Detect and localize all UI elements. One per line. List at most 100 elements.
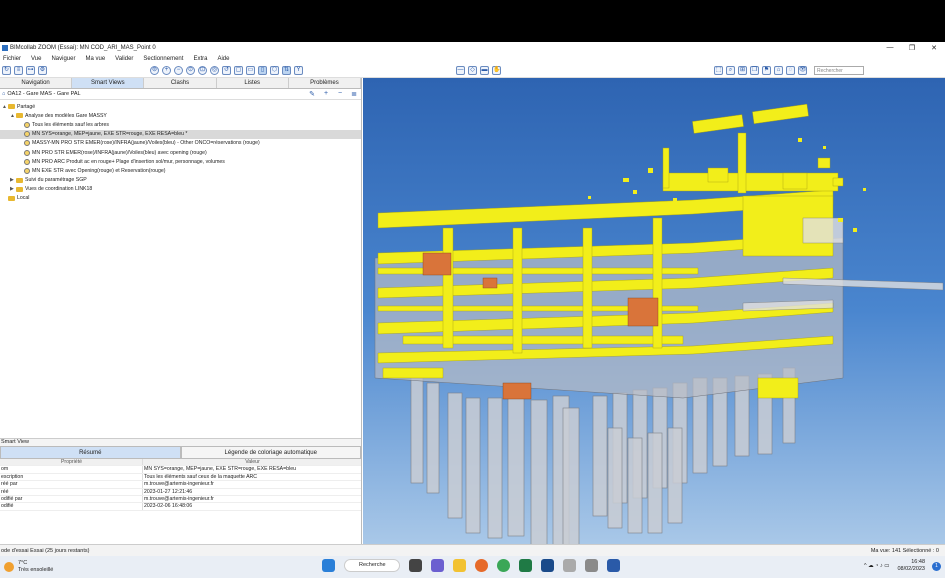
- windows-start-icon[interactable]: [322, 559, 335, 572]
- table-row[interactable]: om MN SYS=orange, MEP=jaune, EXE STR=roug…: [0, 466, 361, 474]
- section-box-icon[interactable]: ▬: [480, 66, 489, 75]
- tab-smart-views[interactable]: Smart Views: [72, 78, 145, 88]
- tree-item[interactable]: Tous les éléments sauf les arbres: [0, 120, 361, 129]
- table-row[interactable]: réé par m.trouve@artemis-ingenieur.fr: [0, 481, 361, 489]
- tree-item[interactable]: MN EXE STR avec Opening(rouge) et Reserv…: [0, 166, 361, 175]
- table-row[interactable]: escription Tous les éléments sauf ceux de…: [0, 473, 361, 482]
- zoom-in-icon[interactable]: +: [162, 66, 171, 75]
- open-icon[interactable]: ↻: [2, 66, 11, 75]
- hide-icon[interactable]: ◌: [786, 66, 795, 75]
- column-propriete[interactable]: Propriété: [0, 459, 143, 466]
- cloud-icon[interactable]: ☁: [868, 563, 874, 569]
- status-bar: ode d'essai Essai (25 jours restants) Ma…: [0, 544, 945, 556]
- tab-navigation[interactable]: Navigation: [0, 78, 73, 88]
- rotate-icon[interactable]: ↺: [222, 66, 231, 75]
- menu-fichier[interactable]: Fichier: [3, 56, 21, 62]
- weather-widget[interactable]: 7°C Très ensoleillé: [0, 560, 120, 574]
- notification-badge[interactable]: 1: [932, 562, 941, 571]
- hand-icon[interactable]: ✋: [492, 66, 501, 75]
- side-view-icon[interactable]: ▯: [258, 66, 267, 75]
- 3d-viewport[interactable]: [363, 78, 945, 544]
- tab-clashs[interactable]: Clashs: [144, 78, 217, 88]
- chevron-up-icon[interactable]: ^: [864, 563, 867, 569]
- front-view-icon[interactable]: ▭: [246, 66, 255, 75]
- section-shape-icon[interactable]: ◇: [468, 66, 477, 75]
- word-icon[interactable]: [607, 559, 620, 572]
- flag-icon[interactable]: ⚑: [762, 66, 771, 75]
- zoom-selection-icon[interactable]: ⊙: [186, 66, 195, 75]
- menu-sectionnement[interactable]: Sectionnement: [143, 56, 183, 62]
- menu-valider[interactable]: Valider: [115, 56, 133, 62]
- task-view-icon[interactable]: [409, 559, 422, 572]
- menu-ma-vue[interactable]: Ma vue: [85, 56, 105, 62]
- bimcollab-icon[interactable]: [585, 559, 598, 572]
- menu-extra[interactable]: Extra: [193, 56, 207, 62]
- tab-resume[interactable]: Résumé: [0, 446, 181, 459]
- remove-icon[interactable]: −: [333, 90, 347, 98]
- tree-item[interactable]: Local: [0, 194, 361, 203]
- box-view-icon[interactable]: ▢: [234, 66, 243, 75]
- status-right: Ma vue: 141 Sélectionné : 0: [870, 547, 939, 554]
- edit-icon[interactable]: ✎: [305, 90, 319, 98]
- menu-list-icon[interactable]: ≣: [347, 90, 361, 98]
- tree-item-label: Vues de coordination LINK18: [25, 186, 93, 193]
- zoom-out-icon[interactable]: −: [174, 66, 183, 75]
- battery-icon[interactable]: ▭: [884, 563, 889, 569]
- chrome-icon[interactable]: [497, 559, 510, 572]
- tree-item[interactable]: ▲ Analyse des modèles Gare MASSY: [0, 111, 361, 120]
- home-icon[interactable]: ⌂: [2, 91, 5, 97]
- measure-icon[interactable]: ⊞: [738, 66, 747, 75]
- tree-icon[interactable]: ⊶: [26, 66, 35, 75]
- zoom-window-icon[interactable]: ⊡: [198, 66, 207, 75]
- clock[interactable]: 16:48 08/02/2023: [897, 559, 925, 573]
- minimize-button[interactable]: —: [879, 44, 901, 52]
- properties-icon[interactable]: ⚙: [38, 66, 47, 75]
- copy-icon[interactable]: ❐: [750, 66, 759, 75]
- tree-item[interactable]: MN PRO STR EMER(rose)/INFRA(jaune)/Voile…: [0, 148, 361, 157]
- fit-view-icon[interactable]: ⊜: [150, 66, 159, 75]
- menu-naviguer[interactable]: Naviguer: [51, 56, 75, 62]
- taskbar-search[interactable]: Recherche: [344, 559, 400, 572]
- tab-listes[interactable]: Listes: [216, 78, 289, 88]
- select-icon[interactable]: ⬚: [714, 66, 723, 75]
- menu-aide[interactable]: Aide: [217, 56, 229, 62]
- paint-icon[interactable]: [563, 559, 576, 572]
- breadcrumb: ⌂ OA12 - Gare MAS - Gare PAL ✎ + − ≣: [0, 89, 361, 100]
- orbit-icon[interactable]: ◎: [210, 66, 219, 75]
- chat-icon[interactable]: [431, 559, 444, 572]
- wifi-icon[interactable]: ◔: [875, 563, 878, 569]
- tree-item[interactable]: ▲ Partagé: [0, 102, 361, 111]
- layers-icon[interactable]: ≡: [14, 66, 23, 75]
- search-input[interactable]: Rechercher: [814, 66, 864, 75]
- section-line-icon[interactable]: —: [456, 66, 465, 75]
- volume-icon[interactable]: ♪: [880, 563, 883, 569]
- tree-item[interactable]: MASSY-MN PRO STR EMER(rose)/INFRA(jaune)…: [0, 139, 361, 148]
- walk-icon[interactable]: ⇅: [282, 66, 291, 75]
- tab-legende[interactable]: Légende de coloriage automatique: [180, 446, 361, 459]
- property-value: 2023-01-27 12:21:46: [144, 488, 193, 495]
- tree-item[interactable]: ▶ Suivi du paramétrage SGP: [0, 176, 361, 185]
- column-valeur[interactable]: Valeur: [143, 459, 361, 465]
- table-row[interactable]: odifié par m.trouve@artemis-ingenieur.fr: [0, 495, 361, 504]
- tag-icon[interactable]: ⌂: [774, 66, 783, 75]
- add-icon[interactable]: +: [319, 90, 333, 98]
- menu-vue[interactable]: Vue: [31, 56, 41, 62]
- explorer-icon[interactable]: [453, 559, 466, 572]
- property-value: Tous les éléments sauf ceux de la maquet…: [144, 473, 258, 480]
- axes-icon[interactable]: Y: [294, 66, 303, 75]
- table-row[interactable]: réé 2023-01-27 12:21:46: [0, 488, 361, 496]
- search-model-icon[interactable]: ⌕: [726, 66, 735, 75]
- maximize-button[interactable]: ❐: [901, 44, 923, 52]
- tree-item[interactable]: ▶ Vues de coordination LINK18: [0, 185, 361, 194]
- n-app-icon[interactable]: [541, 559, 554, 572]
- eye-icon[interactable]: 👁: [798, 66, 807, 75]
- table-row[interactable]: odifié 2023-02-06 16:48:06: [0, 503, 361, 511]
- tree-item[interactable]: MN SYS=orange, MEP=jaune, EXE STR=rouge,…: [0, 129, 361, 139]
- tab-problemes[interactable]: Problèmes: [288, 78, 362, 88]
- iso-view-icon[interactable]: ⬡: [270, 66, 279, 75]
- close-button[interactable]: ✕: [923, 44, 945, 52]
- tree-item[interactable]: MN PRO ARC Produit ac en rouge+ Plage d'…: [0, 157, 361, 166]
- excel-icon[interactable]: [519, 559, 532, 572]
- firefox-icon[interactable]: [475, 559, 488, 572]
- tree-item-label: MN PRO STR EMER(rose)/INFRA(jaune)/Voile…: [32, 149, 207, 156]
